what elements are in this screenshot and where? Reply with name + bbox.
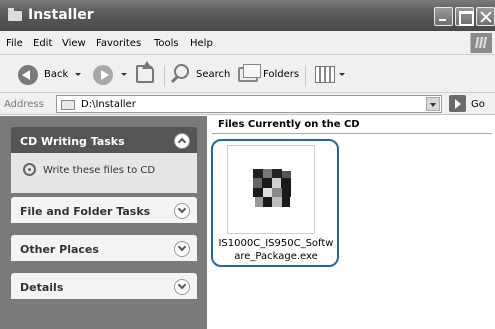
search-button-label[interactable]: Search	[196, 69, 230, 80]
toolbar-separator	[305, 65, 306, 87]
folders-button-label[interactable]: Folders	[263, 69, 299, 80]
collapse-chevron-icon[interactable]	[174, 133, 190, 149]
title-bar: Installer	[0, 0, 495, 31]
panel-title: File and Folder Tasks	[20, 205, 151, 218]
search-icon[interactable]	[174, 64, 189, 79]
menu-help[interactable]: Help	[190, 38, 213, 49]
address-bar: Address D:\Installer Go	[0, 93, 495, 115]
panel-title: Other Places	[20, 243, 99, 256]
file-thumbnail[interactable]	[227, 145, 315, 234]
folders-icon[interactable]	[238, 64, 261, 82]
close-button[interactable]	[476, 7, 495, 26]
toolbar: Back Search Folders	[0, 55, 495, 93]
file-name-line-2: are_Package.exe	[234, 251, 318, 262]
up-folder-icon[interactable]	[136, 61, 154, 83]
folder-icon	[61, 100, 75, 110]
panel-title: CD Writing Tasks	[20, 135, 125, 148]
go-arrow-icon[interactable]	[449, 95, 466, 112]
address-input[interactable]: D:\Installer	[56, 95, 442, 113]
back-button-label[interactable]: Back	[44, 69, 68, 80]
windows-logo-icon	[470, 33, 492, 53]
cd-writing-tasks-body: Write these files to CD	[11, 153, 197, 193]
menu-view[interactable]: View	[62, 38, 86, 49]
back-arrow-icon[interactable]	[18, 65, 38, 85]
views-icon[interactable]	[315, 66, 335, 83]
file-folder-tasks-header[interactable]: File and Folder Tasks	[11, 197, 197, 223]
group-header: Files Currently on the CD	[218, 119, 360, 130]
menu-tools[interactable]: Tools	[154, 38, 179, 49]
menu-favorites[interactable]: Favorites	[96, 38, 141, 49]
forward-arrow-icon[interactable]	[93, 65, 113, 85]
installer-package-icon	[253, 169, 291, 207]
expand-chevron-icon[interactable]	[174, 279, 190, 295]
address-label: Address	[4, 99, 44, 110]
file-item[interactable]: IS1000C_IS950C_Softw are_Package.exe	[211, 139, 339, 267]
address-value[interactable]: D:\Installer	[81, 99, 136, 110]
expand-chevron-icon[interactable]	[174, 203, 190, 219]
address-dropdown-icon[interactable]	[426, 97, 440, 111]
group-divider	[212, 133, 492, 134]
go-button-label[interactable]: Go	[471, 99, 485, 110]
file-name-label[interactable]: IS1000C_IS950C_Softw are_Package.exe	[217, 237, 335, 263]
menu-file[interactable]: File	[6, 38, 23, 49]
maximize-button[interactable]	[455, 7, 474, 26]
window-title: Installer	[28, 7, 94, 23]
expand-chevron-icon[interactable]	[174, 241, 190, 257]
menu-bar: File Edit View Favorites Tools Help	[0, 31, 495, 55]
write-files-to-cd-link[interactable]: Write these files to CD	[43, 165, 155, 176]
details-header[interactable]: Details	[11, 273, 197, 299]
toolbar-separator	[164, 65, 165, 87]
back-dropdown-icon[interactable]	[75, 73, 81, 76]
forward-dropdown-icon[interactable]	[121, 73, 127, 76]
folder-icon	[8, 8, 22, 21]
panel-title: Details	[20, 281, 64, 294]
minimize-button[interactable]	[434, 7, 453, 26]
write-cd-icon[interactable]	[23, 163, 36, 176]
file-list-area: Files Currently on the CD IS1000C_IS950C…	[207, 116, 495, 329]
task-pane: CD Writing Tasks Write these files to CD…	[0, 116, 207, 329]
other-places-header[interactable]: Other Places	[11, 235, 197, 261]
cd-writing-tasks-header[interactable]: CD Writing Tasks	[11, 127, 197, 153]
file-name-line-1: IS1000C_IS950C_Softw	[218, 238, 334, 249]
menu-edit[interactable]: Edit	[33, 38, 52, 49]
views-dropdown-icon[interactable]	[339, 73, 345, 76]
